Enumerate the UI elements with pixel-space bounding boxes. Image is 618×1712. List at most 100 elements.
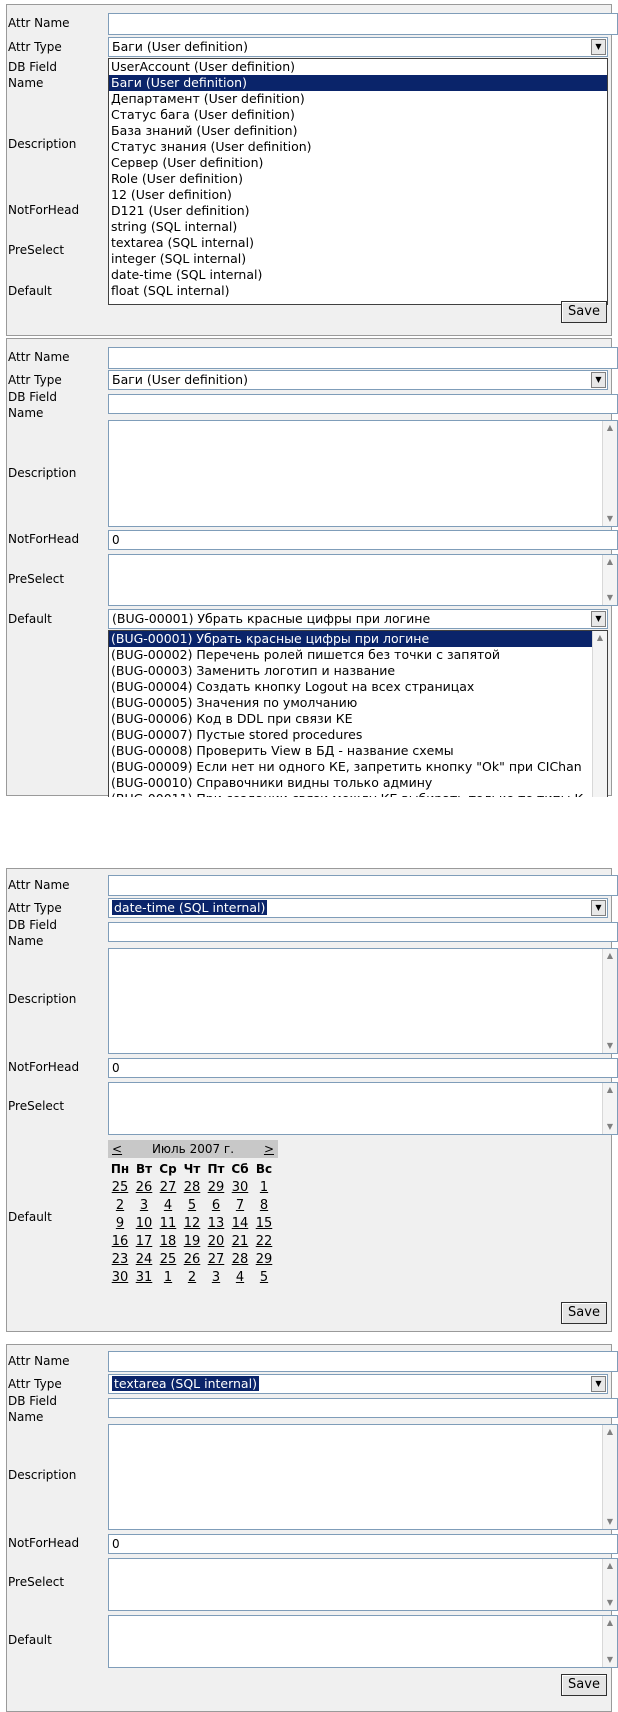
notforhead-input[interactable]: 0 <box>108 1058 618 1078</box>
scroll-down-icon[interactable]: ▼ <box>603 591 617 605</box>
attr-type-option[interactable]: Статус знания (User definition) <box>109 139 607 155</box>
calendar-day[interactable]: 29 <box>252 1252 276 1267</box>
calendar-day[interactable]: 29 <box>204 1180 228 1195</box>
preselect-textarea[interactable]: ▲ ▼ <box>108 1558 618 1611</box>
save-button[interactable]: Save <box>561 301 607 323</box>
default-dropdown-list[interactable]: (BUG-00001) Убрать красные цифры при лог… <box>108 630 608 797</box>
scroll-up-icon[interactable]: ▲ <box>603 1559 617 1573</box>
chevron-down-icon[interactable]: ▼ <box>591 1376 606 1392</box>
attr-type-select[interactable]: Баги (User definition) ▼ <box>108 370 608 390</box>
notforhead-input[interactable]: 0 <box>108 530 618 550</box>
attr-type-select[interactable]: Баги (User definition) ▼ <box>108 37 608 57</box>
save-button[interactable]: Save <box>561 1302 607 1324</box>
calendar-day[interactable]: 22 <box>252 1234 276 1249</box>
scroll-down-icon[interactable]: ▼ <box>603 512 617 526</box>
default-textarea[interactable]: ▲ ▼ <box>108 1615 618 1668</box>
attr-type-select[interactable]: textarea (SQL internal) ▼ <box>108 1374 608 1394</box>
default-option[interactable]: (BUG-00010) Справочники видны только адм… <box>109 775 592 791</box>
scroll-up-icon[interactable]: ▲ <box>603 1083 617 1097</box>
scroll-up-icon[interactable]: ▲ <box>603 421 617 435</box>
default-option[interactable]: (BUG-00004) Создать кнопку Logout на все… <box>109 679 592 695</box>
default-option[interactable]: (BUG-00005) Значения по умолчанию <box>109 695 592 711</box>
default-option[interactable]: (BUG-00003) Заменить логотип и название <box>109 663 592 679</box>
save-button[interactable]: Save <box>561 1674 607 1696</box>
scrollbar[interactable]: ▲ ▼ <box>602 1559 617 1610</box>
default-option[interactable]: (BUG-00007) Пустые stored procedures <box>109 727 592 743</box>
calendar-day[interactable]: 15 <box>252 1216 276 1231</box>
scrollbar[interactable]: ▲ <box>592 631 607 797</box>
calendar-day[interactable]: 6 <box>204 1198 228 1213</box>
scroll-down-icon[interactable]: ▼ <box>603 1515 617 1529</box>
scroll-up-icon[interactable]: ▲ <box>603 1425 617 1439</box>
default-select[interactable]: (BUG-00001) Убрать красные цифры при лог… <box>108 609 608 629</box>
calendar-day[interactable]: 11 <box>156 1216 180 1231</box>
calendar-day[interactable]: 4 <box>228 1270 252 1285</box>
scrollbar[interactable]: ▲ ▼ <box>602 1083 617 1134</box>
calendar-day[interactable]: 7 <box>228 1198 252 1213</box>
scroll-down-icon[interactable]: ▼ <box>603 1120 617 1134</box>
calendar-day[interactable]: 1 <box>252 1180 276 1195</box>
attr-type-option[interactable]: 12 (User definition) <box>109 187 607 203</box>
chevron-down-icon[interactable]: ▼ <box>591 611 606 627</box>
calendar-day[interactable]: 25 <box>108 1180 132 1195</box>
scroll-down-icon[interactable]: ▼ <box>603 1653 617 1667</box>
preselect-textarea[interactable]: ▲ ▼ <box>108 1082 618 1135</box>
db-field-name-input[interactable] <box>108 394 618 414</box>
scrollbar[interactable]: ▲ ▼ <box>602 421 617 526</box>
calendar-day[interactable]: 5 <box>180 1198 204 1213</box>
calendar-day[interactable]: 20 <box>204 1234 228 1249</box>
calendar-day[interactable]: 8 <box>252 1198 276 1213</box>
scrollbar[interactable]: ▲ ▼ <box>602 555 617 605</box>
attr-name-input[interactable] <box>108 1351 618 1372</box>
default-option[interactable]: (BUG-00002) Перечень ролей пишется без т… <box>109 647 592 663</box>
attr-name-input[interactable] <box>108 13 618 35</box>
db-field-name-input[interactable] <box>108 1398 618 1418</box>
calendar-day[interactable]: 9 <box>108 1216 132 1231</box>
chevron-down-icon[interactable]: ▼ <box>591 900 606 916</box>
default-option[interactable]: (BUG-00001) Убрать красные цифры при лог… <box>109 631 592 647</box>
calendar-day[interactable]: 2 <box>180 1270 204 1285</box>
attr-type-option[interactable]: integer (SQL internal) <box>109 251 607 267</box>
chevron-down-icon[interactable]: ▼ <box>591 39 606 55</box>
default-option[interactable]: (BUG-00011) При создании связи между КЕ … <box>109 791 592 797</box>
calendar-day[interactable]: 26 <box>132 1180 156 1195</box>
calendar-day[interactable]: 31 <box>132 1270 156 1285</box>
default-option[interactable]: (BUG-00008) Проверить View в БД - назван… <box>109 743 592 759</box>
scroll-down-icon[interactable]: ▼ <box>603 1596 617 1610</box>
scroll-up-icon[interactable]: ▲ <box>603 1616 617 1630</box>
attr-type-option[interactable]: Баги (User definition) <box>109 75 607 91</box>
calendar-day[interactable]: 26 <box>180 1252 204 1267</box>
attr-type-option[interactable]: UserAccount (User definition) <box>109 59 607 75</box>
scroll-up-icon[interactable]: ▲ <box>603 555 617 569</box>
scroll-up-icon[interactable]: ▲ <box>593 631 607 645</box>
calendar-day[interactable]: 24 <box>132 1252 156 1267</box>
attr-type-dropdown-list[interactable]: UserAccount (User definition) Баги (User … <box>108 58 608 305</box>
calendar-day[interactable]: 5 <box>252 1270 276 1285</box>
calendar-day[interactable]: 27 <box>156 1180 180 1195</box>
scrollbar[interactable]: ▲ ▼ <box>602 949 617 1053</box>
attr-type-option[interactable]: Департамент (User definition) <box>109 91 607 107</box>
scrollbar[interactable]: ▲ ▼ <box>602 1616 617 1667</box>
calendar-day[interactable]: 17 <box>132 1234 156 1249</box>
calendar-day[interactable]: 1 <box>156 1270 180 1285</box>
attr-type-option[interactable]: date-time (SQL internal) <box>109 267 607 283</box>
chevron-down-icon[interactable]: ▼ <box>591 372 606 388</box>
calendar-day[interactable]: 10 <box>132 1216 156 1231</box>
next-month-link[interactable]: > <box>264 1140 274 1158</box>
calendar-day[interactable]: 14 <box>228 1216 252 1231</box>
attr-type-option[interactable]: Сервер (User definition) <box>109 155 607 171</box>
default-option[interactable]: (BUG-00006) Код в DDL при связи КЕ <box>109 711 592 727</box>
attr-type-option[interactable]: База знаний (User definition) <box>109 123 607 139</box>
attr-type-option[interactable]: float (SQL internal) <box>109 283 607 299</box>
calendar-day[interactable]: 2 <box>108 1198 132 1213</box>
scroll-up-icon[interactable]: ▲ <box>603 949 617 963</box>
preselect-textarea[interactable]: ▲ ▼ <box>108 554 618 606</box>
calendar-day[interactable]: 28 <box>180 1180 204 1195</box>
calendar-day[interactable]: 30 <box>228 1180 252 1195</box>
notforhead-input[interactable]: 0 <box>108 1534 618 1554</box>
calendar-day[interactable]: 21 <box>228 1234 252 1249</box>
default-option[interactable]: (BUG-00009) Если нет ни одного КЕ, запре… <box>109 759 592 775</box>
attr-name-input[interactable] <box>108 875 618 896</box>
calendar-day[interactable]: 13 <box>204 1216 228 1231</box>
date-calendar[interactable]: < Июль 2007 г. > Пн Вт Ср Чт Пт Сб Вс 25 26 27 28 2… <box>108 1140 278 1310</box>
